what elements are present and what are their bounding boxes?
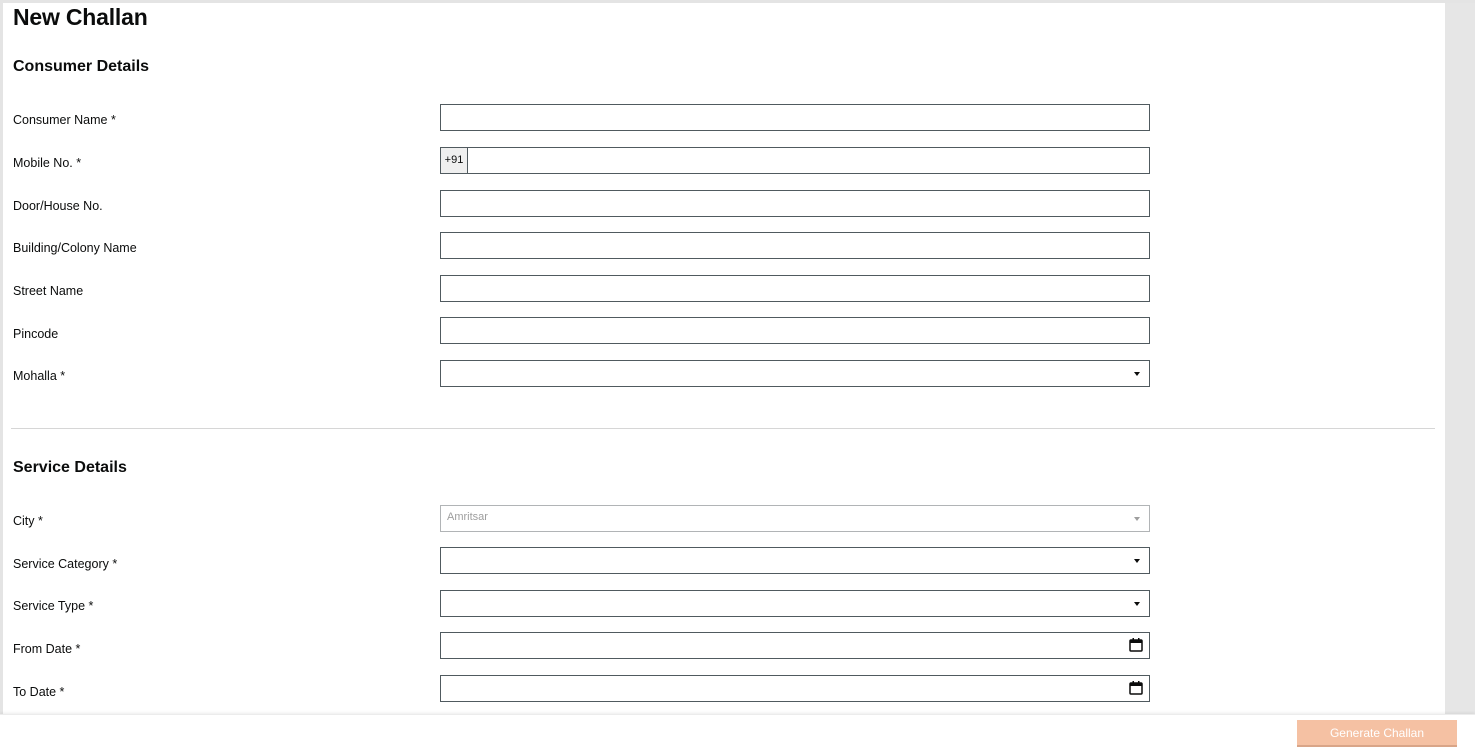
city-select[interactable]: Amritsar — [440, 505, 1150, 532]
generate-challan-button[interactable]: Generate Challan — [1297, 720, 1457, 747]
street-name-input[interactable] — [440, 275, 1150, 302]
calendar-icon[interactable] — [1128, 680, 1144, 696]
street-name-label: Street Name — [13, 284, 84, 298]
city-value: Amritsar — [447, 511, 488, 523]
chevron-down-icon — [1134, 602, 1140, 606]
to-date-input[interactable] — [440, 675, 1150, 702]
chevron-down-icon — [1134, 372, 1140, 376]
building-colony-name-label: Building/Colony Name — [13, 241, 137, 255]
building-colony-name-input[interactable] — [440, 232, 1150, 259]
door-house-no-label: Door/House No. — [13, 199, 103, 213]
service-type-label: Service Type * — [13, 599, 94, 613]
new-challan-card: New Challan Consumer Details Consumer Na… — [3, 3, 1445, 714]
consumer-details-title: Consumer Details — [13, 58, 150, 75]
app-window: New Challan Consumer Details Consumer Na… — [0, 0, 1475, 748]
service-type-select[interactable] — [440, 590, 1150, 617]
calendar-icon[interactable] — [1128, 637, 1144, 653]
chevron-down-icon — [1134, 559, 1140, 563]
section-divider — [11, 428, 1435, 429]
service-category-select[interactable] — [440, 547, 1150, 574]
to-date-label: To Date * — [13, 685, 65, 699]
from-date-input[interactable] — [440, 632, 1150, 659]
page-title: New Challan — [13, 4, 148, 30]
scrollbar-track[interactable] — [1445, 3, 1475, 714]
consumer-name-input[interactable] — [440, 104, 1150, 131]
consumer-name-label: Consumer Name * — [13, 113, 116, 127]
from-date-label: From Date * — [13, 642, 81, 656]
city-label: City * — [13, 514, 43, 528]
action-bar: Generate Challan — [0, 714, 1475, 748]
door-house-no-input[interactable] — [440, 190, 1150, 217]
service-category-label: Service Category * — [13, 557, 118, 571]
country-code-prefix: +91 — [441, 148, 468, 173]
mobile-no-label: Mobile No. * — [13, 156, 82, 170]
mobile-no-input[interactable]: +91 — [440, 147, 1150, 174]
service-details-title: Service Details — [13, 459, 127, 476]
pincode-input[interactable] — [440, 317, 1150, 344]
mohalla-select[interactable] — [440, 360, 1150, 387]
mohalla-label: Mohalla * — [13, 369, 66, 383]
chevron-down-icon — [1134, 517, 1140, 521]
pincode-label: Pincode — [13, 327, 59, 341]
